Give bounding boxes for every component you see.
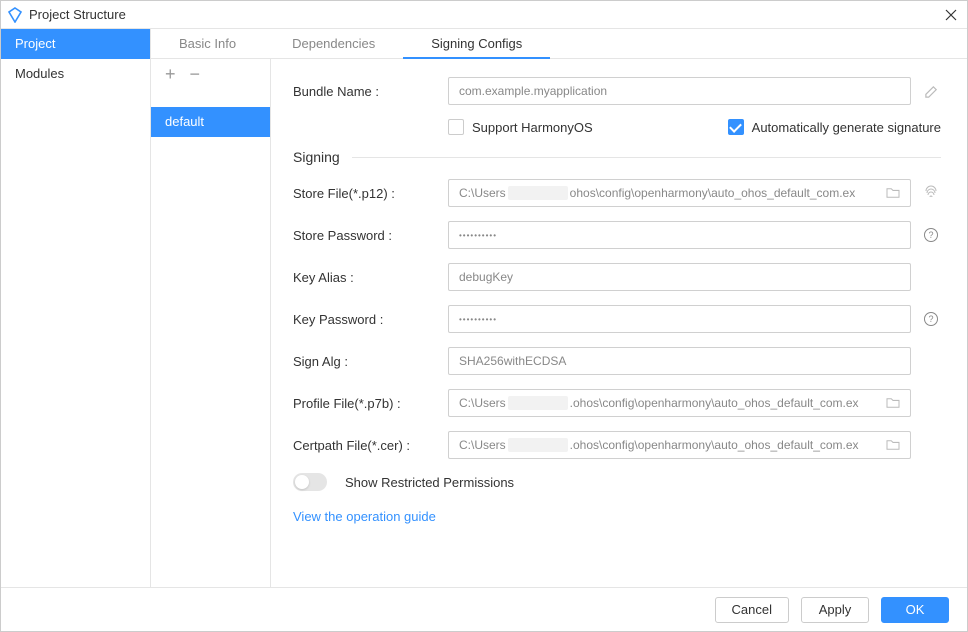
checkbox-box bbox=[728, 119, 744, 135]
edit-icon[interactable] bbox=[921, 81, 941, 101]
input-value: SHA256withECDSA bbox=[459, 354, 566, 368]
toggle-label: Show Restricted Permissions bbox=[345, 475, 514, 490]
divider bbox=[352, 157, 941, 158]
row-store-file: Store File(*.p12) : C:\Users ohos\config… bbox=[293, 179, 941, 207]
label-key-alias: Key Alias : bbox=[293, 270, 448, 285]
input-value: com.example.myapplication bbox=[459, 84, 607, 98]
row-profile-file: Profile File(*.p7b) : C:\Users .ohos\con… bbox=[293, 389, 941, 417]
config-toolbar: + − bbox=[151, 59, 270, 89]
sidebar-left: Project Modules bbox=[1, 29, 151, 587]
svg-text:?: ? bbox=[928, 314, 933, 324]
close-icon[interactable] bbox=[941, 5, 961, 25]
sidebar-item-modules[interactable]: Modules bbox=[1, 59, 150, 89]
checkbox-label: Support HarmonyOS bbox=[472, 120, 593, 135]
tab-label: Dependencies bbox=[292, 36, 375, 51]
window: Project Structure Project Modules Basic … bbox=[0, 0, 968, 632]
input-value-end: .ohos\config\openharmony\auto_ohos_defau… bbox=[570, 438, 880, 452]
label-profile-file: Profile File(*.p7b) : bbox=[293, 396, 448, 411]
window-title: Project Structure bbox=[29, 7, 941, 22]
label-store-password: Store Password : bbox=[293, 228, 448, 243]
sidebar-item-label: Project bbox=[15, 36, 55, 51]
checkbox-box bbox=[448, 119, 464, 135]
svg-text:?: ? bbox=[928, 230, 933, 240]
input-value: debugKey bbox=[459, 270, 513, 284]
input-value-end: .ohos\config\openharmony\auto_ohos_defau… bbox=[570, 396, 880, 410]
titlebar: Project Structure bbox=[1, 1, 967, 29]
app-logo-icon bbox=[7, 7, 23, 23]
help-icon[interactable]: ? bbox=[921, 309, 941, 329]
input-value: •••••••••• bbox=[459, 231, 497, 240]
folder-icon[interactable] bbox=[886, 187, 900, 199]
checkbox-support-harmonyos[interactable]: Support HarmonyOS bbox=[448, 119, 593, 135]
input-bundle-name[interactable]: com.example.myapplication bbox=[448, 77, 911, 105]
row-checkboxes: Support HarmonyOS Automatically generate… bbox=[293, 119, 941, 135]
fingerprint-icon[interactable] bbox=[921, 183, 941, 203]
input-value-start: C:\Users bbox=[459, 186, 506, 200]
redacted-segment bbox=[508, 396, 568, 410]
input-value-start: C:\Users bbox=[459, 438, 506, 452]
input-key-password[interactable]: •••••••••• bbox=[448, 305, 911, 333]
footer: Cancel Apply OK bbox=[1, 587, 967, 631]
folder-icon[interactable] bbox=[886, 397, 900, 409]
row-sign-alg: Sign Alg : SHA256withECDSA bbox=[293, 347, 941, 375]
toggle-restricted-perms[interactable] bbox=[293, 473, 327, 491]
add-config-icon[interactable]: + bbox=[165, 65, 176, 83]
config-list: + − default bbox=[151, 59, 271, 587]
row-restricted-perms: Show Restricted Permissions bbox=[293, 473, 941, 491]
label-sign-alg: Sign Alg : bbox=[293, 354, 448, 369]
link-operation-guide[interactable]: View the operation guide bbox=[293, 509, 436, 524]
row-certpath-file: Certpath File(*.cer) : C:\Users .ohos\co… bbox=[293, 431, 941, 459]
row-bundle-name: Bundle Name : com.example.myapplication bbox=[293, 77, 941, 105]
form-area: Bundle Name : com.example.myapplication bbox=[271, 59, 967, 587]
input-store-password[interactable]: •••••••••• bbox=[448, 221, 911, 249]
input-key-alias[interactable]: debugKey bbox=[448, 263, 911, 291]
cancel-button[interactable]: Cancel bbox=[715, 597, 789, 623]
label-store-file: Store File(*.p12) : bbox=[293, 186, 448, 201]
ok-button[interactable]: OK bbox=[881, 597, 949, 623]
tab-signing-configs[interactable]: Signing Configs bbox=[403, 29, 550, 59]
section-signing: Signing bbox=[293, 149, 941, 165]
tab-basic-info[interactable]: Basic Info bbox=[151, 29, 264, 59]
row-key-password: Key Password : •••••••••• ? bbox=[293, 305, 941, 333]
redacted-segment bbox=[508, 438, 568, 452]
row-key-alias: Key Alias : debugKey bbox=[293, 263, 941, 291]
tab-dependencies[interactable]: Dependencies bbox=[264, 29, 403, 59]
label-bundle-name: Bundle Name : bbox=[293, 84, 448, 99]
tabs: Basic Info Dependencies Signing Configs bbox=[151, 29, 967, 59]
input-sign-alg[interactable]: SHA256withECDSA bbox=[448, 347, 911, 375]
label-key-password: Key Password : bbox=[293, 312, 448, 327]
sidebar-item-project[interactable]: Project bbox=[1, 29, 150, 59]
input-profile-file[interactable]: C:\Users .ohos\config\openharmony\auto_o… bbox=[448, 389, 911, 417]
content: Basic Info Dependencies Signing Configs … bbox=[151, 29, 967, 587]
section-title: Signing bbox=[293, 149, 340, 165]
row-store-password: Store Password : •••••••••• ? bbox=[293, 221, 941, 249]
input-value-start: C:\Users bbox=[459, 396, 506, 410]
remove-config-icon[interactable]: − bbox=[190, 65, 201, 83]
input-value-end: ohos\config\openharmony\auto_ohos_defaul… bbox=[570, 186, 880, 200]
input-certpath-file[interactable]: C:\Users .ohos\config\openharmony\auto_o… bbox=[448, 431, 911, 459]
main-row: + − default Bundle Name : bbox=[151, 59, 967, 587]
input-store-file[interactable]: C:\Users ohos\config\openharmony\auto_oh… bbox=[448, 179, 911, 207]
input-value: •••••••••• bbox=[459, 315, 497, 324]
apply-button[interactable]: Apply bbox=[801, 597, 869, 623]
folder-icon[interactable] bbox=[886, 439, 900, 451]
sidebar-item-label: Modules bbox=[15, 66, 64, 81]
help-icon[interactable]: ? bbox=[921, 225, 941, 245]
tab-label: Basic Info bbox=[179, 36, 236, 51]
config-item-default[interactable]: default bbox=[151, 107, 270, 137]
redacted-segment bbox=[508, 186, 568, 200]
checkbox-auto-sign[interactable]: Automatically generate signature bbox=[728, 119, 941, 135]
checkbox-label: Automatically generate signature bbox=[752, 120, 941, 135]
label-certpath-file: Certpath File(*.cer) : bbox=[293, 438, 448, 453]
config-item-label: default bbox=[165, 114, 204, 129]
body: Project Modules Basic Info Dependencies … bbox=[1, 29, 967, 587]
tab-label: Signing Configs bbox=[431, 36, 522, 51]
